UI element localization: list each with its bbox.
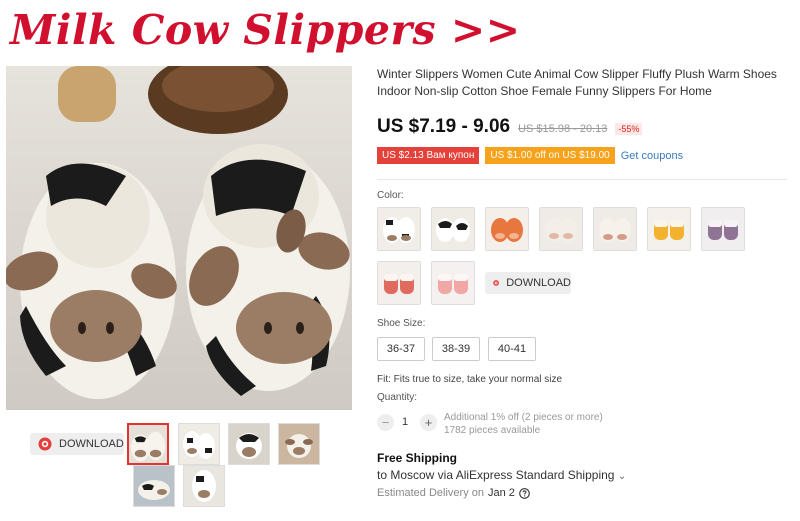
size-option-2[interactable]: 38-39: [432, 337, 480, 361]
price-row: US $7.19 - 9.06 US $15.98 - 20.13 -55%: [377, 116, 643, 138]
shipping-method[interactable]: to Moscow via AliExpress Standard Shippi…: [377, 468, 626, 482]
coupon-row: US $2.13 Вам купон US $1.00 off on US $1…: [377, 147, 683, 164]
gallery-thumb-3[interactable]: [228, 423, 270, 465]
delivery-label: Estimated Delivery on: [377, 487, 484, 499]
color-swatch-8[interactable]: [377, 261, 421, 305]
quantity-stock: 1782 pieces available: [444, 425, 541, 436]
delivery-date: Jan 2: [488, 487, 515, 499]
size-option-3[interactable]: 40-41: [488, 337, 536, 361]
color-swatch-4[interactable]: [539, 207, 583, 251]
color-swatch-2[interactable]: [431, 207, 475, 251]
quantity-value[interactable]: 1: [402, 416, 408, 428]
fit-note: Fit: Fits true to size, take your normal…: [377, 374, 563, 385]
quantity-label: Quantity:: [377, 392, 418, 403]
quantity-increase-button[interactable]: +: [420, 414, 437, 431]
color-swatch-5[interactable]: [593, 207, 637, 251]
color-label: Color:: [377, 190, 404, 201]
shipping-method-label: to Moscow via AliExpress Standard Shippi…: [377, 468, 615, 482]
size-label: Shoe Size:: [377, 318, 426, 329]
download-label: DOWNLOAD: [59, 438, 124, 450]
get-coupons-link[interactable]: Get coupons: [621, 150, 683, 162]
divider: [377, 179, 787, 180]
gallery-thumb-4[interactable]: [278, 423, 320, 465]
download-button-colors[interactable]: DOWNLOAD: [485, 272, 571, 294]
color-swatch-6[interactable]: [647, 207, 691, 251]
price: US $7.19 - 9.06: [377, 116, 511, 137]
help-icon[interactable]: [519, 487, 530, 499]
download-button-gallery[interactable]: DOWNLOAD: [30, 433, 124, 455]
size-option-1[interactable]: 36-37: [377, 337, 425, 361]
color-swatch-1[interactable]: [377, 207, 421, 251]
gallery-thumb-1[interactable]: [127, 423, 169, 465]
shipping-title: Free Shipping: [377, 451, 458, 465]
download-icon: [38, 437, 52, 451]
quantity-decrease-button[interactable]: −: [377, 414, 394, 431]
banner-title[interactable]: Milk Cow Slippers >>: [10, 6, 530, 62]
discount-badge: -55%: [615, 123, 643, 135]
main-product-image[interactable]: [6, 66, 352, 410]
gallery-thumb-2[interactable]: [178, 423, 220, 465]
chevron-down-icon: ⌄: [617, 471, 627, 482]
color-swatch-9[interactable]: [431, 261, 475, 305]
color-swatch-7[interactable]: [701, 207, 745, 251]
delivery-estimate: Estimated Delivery on Jan 2: [377, 487, 530, 499]
download-icon: [493, 280, 499, 286]
quantity-offer: Additional 1% off (2 pieces or more): [444, 412, 603, 423]
old-price: US $15.98 - 20.13: [518, 123, 608, 135]
color-swatch-3[interactable]: [485, 207, 529, 251]
coupon-red[interactable]: US $2.13 Вам купон: [377, 147, 480, 164]
product-title: Winter Slippers Women Cute Animal Cow Sl…: [377, 67, 777, 98]
download-label: DOWNLOAD: [506, 277, 571, 289]
gallery-thumb-5[interactable]: [133, 465, 175, 507]
gallery-thumb-6[interactable]: [183, 465, 225, 507]
quantity-note: Additional 1% off (2 pieces or more) 178…: [444, 411, 603, 437]
coupon-orange[interactable]: US $1.00 off on US $19.00: [485, 147, 615, 164]
